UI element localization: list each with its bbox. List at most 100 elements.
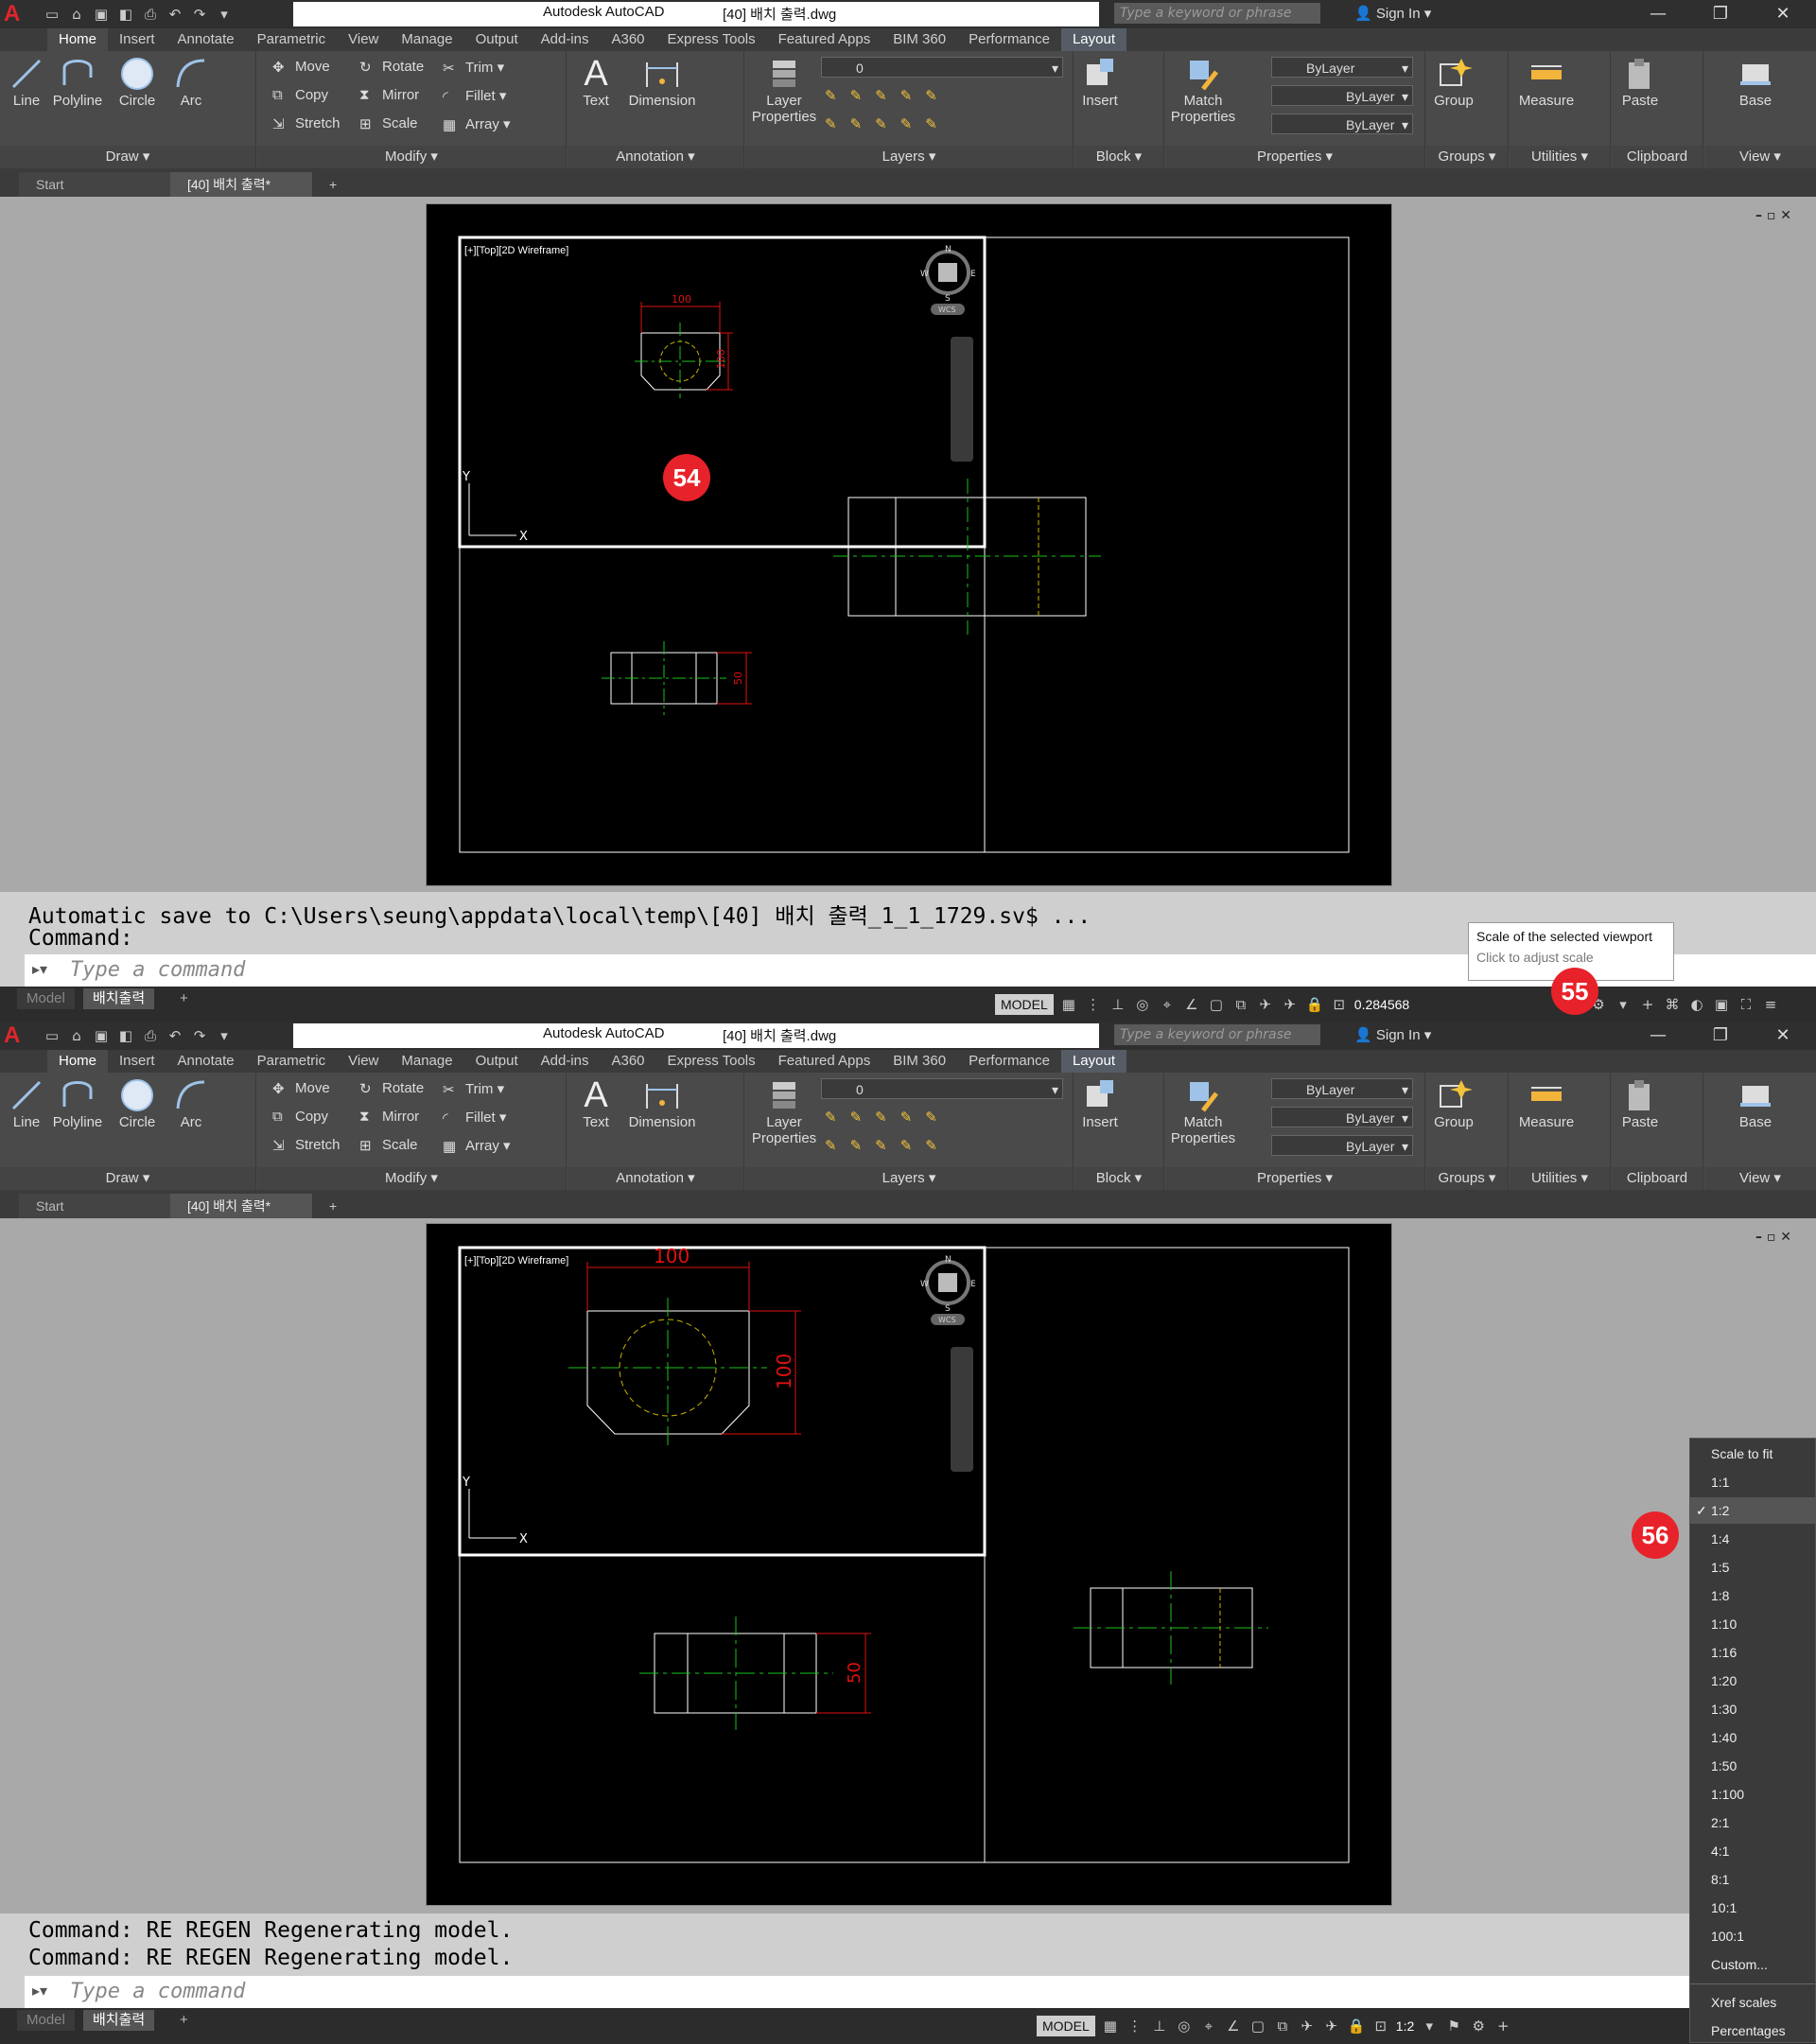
array-tool[interactable]: ▦ Array ▾ [443, 115, 511, 133]
rotate-tool[interactable]: ↻ Rotate [359, 59, 424, 76]
model-tab[interactable]: Model [17, 2010, 75, 2031]
insert-tool[interactable]: Insert [1078, 55, 1122, 109]
open-icon[interactable]: ⌂ [66, 1025, 87, 1046]
model-space-button[interactable]: MODEL [995, 994, 1054, 1015]
autoscale-icon[interactable]: ✈ [1322, 2017, 1341, 2035]
layer-properties-tool[interactable]: Layer Properties [747, 55, 821, 125]
command-prompt-icon[interactable]: ▸▾ [32, 960, 47, 978]
ribbon-tab-layout[interactable]: Layout [1060, 28, 1127, 51]
arc-tool[interactable]: Arc [170, 55, 212, 109]
dimension-tool[interactable]: Dimension [624, 55, 700, 109]
scale-extra-option-2[interactable]: Percentages [1690, 2018, 1815, 2044]
ribbon-tab-add-ins[interactable]: Add-ins [530, 1050, 601, 1073]
scale-option-14[interactable]: 2:1 [1690, 1809, 1815, 1836]
osnap-icon[interactable]: ⌖ [1158, 995, 1177, 1014]
clean-screen-icon[interactable]: ⛶ [1737, 995, 1755, 1014]
drawing-window-controls[interactable]: – ▫ ✕ [1755, 1230, 1791, 1245]
ribbon-tab-bim-360[interactable]: BIM 360 [882, 28, 957, 51]
scale-extra-option-1[interactable]: Xref scales [1690, 1989, 1815, 2016]
scale-option-15[interactable]: 4:1 [1690, 1838, 1815, 1864]
match-properties-tool[interactable]: Match Properties [1167, 1076, 1239, 1146]
block-panel-title[interactable]: Block ▾ [1074, 1167, 1163, 1190]
minimize-icon[interactable]: — [1627, 2, 1689, 26]
scale-option-11[interactable]: 1:40 [1690, 1724, 1815, 1751]
front-view-part[interactable] [602, 641, 752, 715]
ribbon-tab-view[interactable]: View [337, 1050, 390, 1073]
model-space-button[interactable]: MODEL [1037, 2016, 1095, 2036]
ribbon-tab-annotate[interactable]: Annotate [166, 1050, 246, 1073]
grid-icon[interactable]: ▦ [1101, 2017, 1120, 2035]
trim-tool[interactable]: ✂ Trim ▾ [443, 1080, 504, 1098]
group-tool[interactable]: Group [1430, 55, 1477, 109]
view-panel-title[interactable]: View ▾ [1704, 146, 1816, 168]
layers-panel-title[interactable]: Layers ▾ [745, 1167, 1073, 1190]
layout-paper[interactable]: [+][Top][2D Wireframe] N S W E WCS Y X 1… [426, 203, 1392, 886]
layer-tools-row-2[interactable]: ✎✎✎✎✎ [825, 115, 951, 132]
search-input[interactable]: Type a keyword or phrase [1114, 3, 1320, 24]
layer-tools-row-2[interactable]: ✎✎✎✎✎ [825, 1137, 951, 1154]
chevron-down-icon[interactable]: ▾ [1420, 2017, 1439, 2035]
text-tool[interactable]: A Text [575, 1076, 617, 1130]
layer-tools-row-1[interactable]: ✎✎✎✎✎ [825, 1109, 951, 1126]
open-icon[interactable]: ⌂ [66, 4, 87, 25]
front-view-part[interactable] [639, 1616, 871, 1730]
ortho-icon[interactable]: ⊥ [1150, 2017, 1169, 2035]
ribbon-tab-insert[interactable]: Insert [108, 28, 166, 51]
file-tab-document[interactable]: [40] 배치 출력* [170, 172, 312, 197]
linetype-dropdown[interactable]: ByLayer ▾ [1271, 1107, 1413, 1127]
top-view-part[interactable] [568, 1262, 801, 1449]
view-panel-title[interactable]: View ▾ [1704, 1167, 1816, 1190]
ribbon-tab-output[interactable]: Output [464, 1050, 530, 1073]
layout-tab[interactable]: 배치출력 [83, 988, 155, 1009]
stretch-tool[interactable]: ⇲ Stretch [272, 1137, 340, 1154]
properties-panel-title[interactable]: Properties ▾ [1165, 1167, 1424, 1190]
viewport-scale-button[interactable]: 0.284568 [1354, 997, 1409, 1012]
maximize-viewport-icon[interactable]: ⊡ [1330, 995, 1349, 1014]
draw-panel-title[interactable]: Draw ▾ [0, 146, 255, 168]
side-view-part[interactable] [1074, 1571, 1268, 1685]
search-input[interactable]: Type a keyword or phrase [1114, 1024, 1320, 1045]
minimize-icon[interactable]: — [1627, 1023, 1689, 1048]
ribbon-tab-bim-360[interactable]: BIM 360 [882, 1050, 957, 1073]
restore-icon[interactable]: ❐ [1689, 1023, 1752, 1048]
file-tab-document[interactable]: [40] 배치 출력* [170, 1194, 312, 1218]
scale-tool[interactable]: ⊞ Scale [359, 1137, 418, 1154]
autoscale-icon[interactable]: ✈ [1281, 995, 1300, 1014]
annotation-scale-icon[interactable]: ⚑ [1444, 2017, 1463, 2035]
close-icon[interactable]: ✕ [1752, 1023, 1814, 1048]
scale-option-7[interactable]: 1:10 [1690, 1611, 1815, 1637]
osnap-icon[interactable]: ⌖ [1199, 2017, 1218, 2035]
new-tab-icon[interactable]: + [322, 1194, 350, 1218]
scale-tool[interactable]: ⊞ Scale [359, 115, 418, 132]
active-viewport[interactable] [458, 1246, 987, 1557]
active-viewport[interactable] [458, 236, 987, 549]
annotation-panel-title[interactable]: Annotation ▾ [568, 146, 743, 168]
scale-option-18[interactable]: 100:1 [1690, 1923, 1815, 1949]
saveas-icon[interactable]: ◧ [115, 4, 136, 25]
move-tool[interactable]: ✥ Move [272, 59, 330, 76]
restore-icon[interactable]: ❐ [1689, 2, 1752, 26]
selection-cycling-icon[interactable]: ⧉ [1231, 995, 1250, 1014]
chevron-down-icon[interactable]: ▾ [1614, 995, 1633, 1014]
scale-option-12[interactable]: 1:50 [1690, 1753, 1815, 1779]
autocad-logo-icon[interactable]: A [4, 2, 28, 26]
otrack-icon[interactable]: ∠ [1224, 2017, 1243, 2035]
lock-icon[interactable]: 🔒 [1347, 2017, 1366, 2035]
ribbon-tab-layout[interactable]: Layout [1060, 1050, 1127, 1073]
undo-icon[interactable]: ↶ [165, 1025, 185, 1046]
layer-properties-tool[interactable]: Layer Properties [747, 1076, 821, 1146]
otrack-icon[interactable]: ∠ [1182, 995, 1201, 1014]
file-tab-start[interactable]: Start [19, 172, 170, 197]
trim-tool[interactable]: ✂ Trim ▾ [443, 59, 504, 77]
color-dropdown[interactable]: ByLayer ▾ [1271, 1078, 1413, 1099]
save-icon[interactable]: ▣ [91, 4, 112, 25]
lineweight-dropdown[interactable]: ByLayer ▾ [1271, 114, 1413, 134]
new-tab-icon[interactable]: + [322, 172, 350, 197]
file-tab-start[interactable]: Start [19, 1194, 170, 1218]
text-tool[interactable]: A Text [575, 55, 617, 109]
circle-tool[interactable]: Circle [114, 55, 161, 109]
saveas-icon[interactable]: ◧ [115, 1025, 136, 1046]
viewcube-top[interactable] [938, 1273, 957, 1292]
plus-icon[interactable]: + [1493, 2017, 1512, 2035]
ribbon-tab-featured-apps[interactable]: Featured Apps [767, 1050, 882, 1073]
